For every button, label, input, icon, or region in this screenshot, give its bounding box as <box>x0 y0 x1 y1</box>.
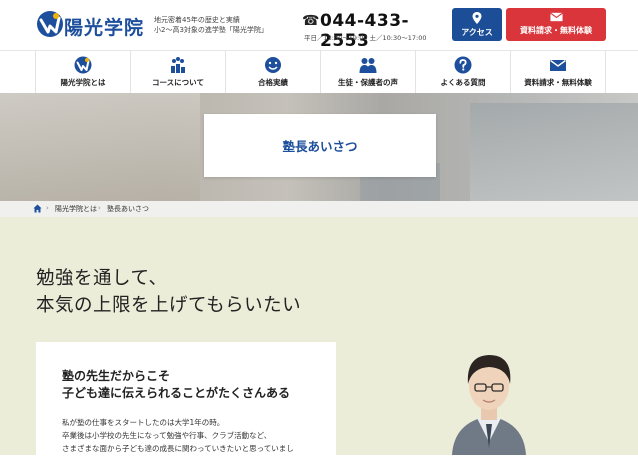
hero-background-image <box>0 93 200 201</box>
nav-item-courses[interactable]: コースについて <box>130 51 225 93</box>
nav-label: よくある質問 <box>440 78 486 87</box>
chevron-right-icon: › <box>98 204 101 212</box>
access-button-label: アクセス <box>461 28 493 37</box>
card-body-line-1: 私が塾の仕事をスタートしたのは大学1年の時。 <box>62 418 225 427</box>
smile-icon <box>265 57 281 73</box>
request-button-label: 資料請求・無料体験 <box>520 26 592 35</box>
nav-item-results[interactable]: 合格実績 <box>225 51 320 93</box>
access-button[interactable]: アクセス <box>452 8 502 41</box>
card-title: 塾の先生だからこそ 子ども達に伝えられることがたくさんある <box>62 368 332 402</box>
nav-item-faq[interactable]: よくある質問 <box>415 51 510 93</box>
tagline-line-1: 地元密着45年の歴史と実績 <box>154 16 240 24</box>
message-card: 塾の先生だからこそ 子ども達に伝えられることがたくさんある 私が塾の仕事をスター… <box>36 342 336 462</box>
breadcrumb-current: 塾長あいさつ <box>107 205 149 213</box>
card-title-line-1: 塾の先生だからこそ <box>62 369 171 383</box>
site-logo[interactable]: 陽光学院 <box>36 10 146 39</box>
nav-label: 資料請求・無料体験 <box>524 78 592 87</box>
breadcrumb-link-about[interactable]: 陽光学院とは <box>55 204 97 214</box>
hero-background-image <box>470 103 638 201</box>
card-title-line-2: 子ども達に伝えられることがたくさんある <box>62 386 291 400</box>
heading-line-2: 本気の上限を上げてもらいたい <box>36 295 302 316</box>
logo-icon <box>74 56 92 74</box>
nav-item-voices[interactable]: 生徒・保護者の声 <box>320 51 415 93</box>
global-nav: 陽光学院とは コースについて 合格実績 生徒・保護者の声 よくある質問 資料請求… <box>0 50 638 94</box>
principal-photo <box>452 355 526 455</box>
tagline-line-2: 小2〜高3対象の進学塾「陽光学院」 <box>154 26 268 34</box>
hero-title-box: 塾長あいさつ <box>204 114 436 177</box>
logo-icon <box>37 11 63 37</box>
mail-icon <box>549 12 563 22</box>
map-pin-icon <box>472 12 482 24</box>
business-hours: 平日／13:00〜19:00 土／10:30〜17:00 <box>304 34 427 42</box>
main-content: 勉強を通して、 本気の上限を上げてもらいたい 塾の先生だからこそ 子ども達に伝え… <box>0 217 638 462</box>
nav-item-request[interactable]: 資料請求・無料体験 <box>510 51 606 93</box>
podium-icon <box>171 57 185 73</box>
section-heading: 勉強を通して、 本気の上限を上げてもらいたい <box>36 265 301 319</box>
request-button[interactable]: 資料請求・無料体験 <box>506 8 606 41</box>
phone-icon: ☎ <box>302 13 320 29</box>
site-header: 陽光学院 地元密着45年の歴史と実績 小2〜高3対象の進学塾「陽光学院」 ☎ 0… <box>0 0 638 51</box>
card-body-line-2: 卒業後は小学校の先生になって勉強や行事、クラブ活動など、 <box>62 431 272 440</box>
nav-item-about[interactable]: 陽光学院とは <box>35 51 130 93</box>
logo-text: 陽光学院 <box>64 17 145 39</box>
page-title: 塾長あいさつ <box>282 139 358 154</box>
people-icon <box>359 58 377 73</box>
site-tagline: 地元密着45年の歴史と実績 小2〜高3対象の進学塾「陽光学院」 <box>154 15 294 35</box>
nav-label: 生徒・保護者の声 <box>338 78 398 87</box>
phone-block[interactable]: ☎ 044-433-2553 平日／13:00〜19:00 土／10:30〜17… <box>300 10 440 51</box>
nav-label: 合格実績 <box>258 78 288 87</box>
home-icon[interactable] <box>33 204 42 213</box>
chevron-right-icon: › <box>46 204 49 212</box>
page-hero: 塾長あいさつ <box>0 93 638 201</box>
card-body: 私が塾の仕事をスタートしたのは大学1年の時。 卒業後は小学校の先生になって勉強や… <box>62 416 330 456</box>
phone-number[interactable]: 044-433-2553 <box>320 11 440 51</box>
nav-label: コースについて <box>152 78 204 87</box>
question-icon <box>454 56 472 74</box>
breadcrumb: › 陽光学院とは › 塾長あいさつ <box>0 201 638 217</box>
mail-icon <box>550 59 566 71</box>
heading-line-1: 勉強を通して、 <box>36 268 168 289</box>
nav-label: 陽光学院とは <box>60 78 106 87</box>
card-body-line-3: さまざまな面から子ども達の成長に関わっていきたいと思っていまし <box>62 444 294 453</box>
